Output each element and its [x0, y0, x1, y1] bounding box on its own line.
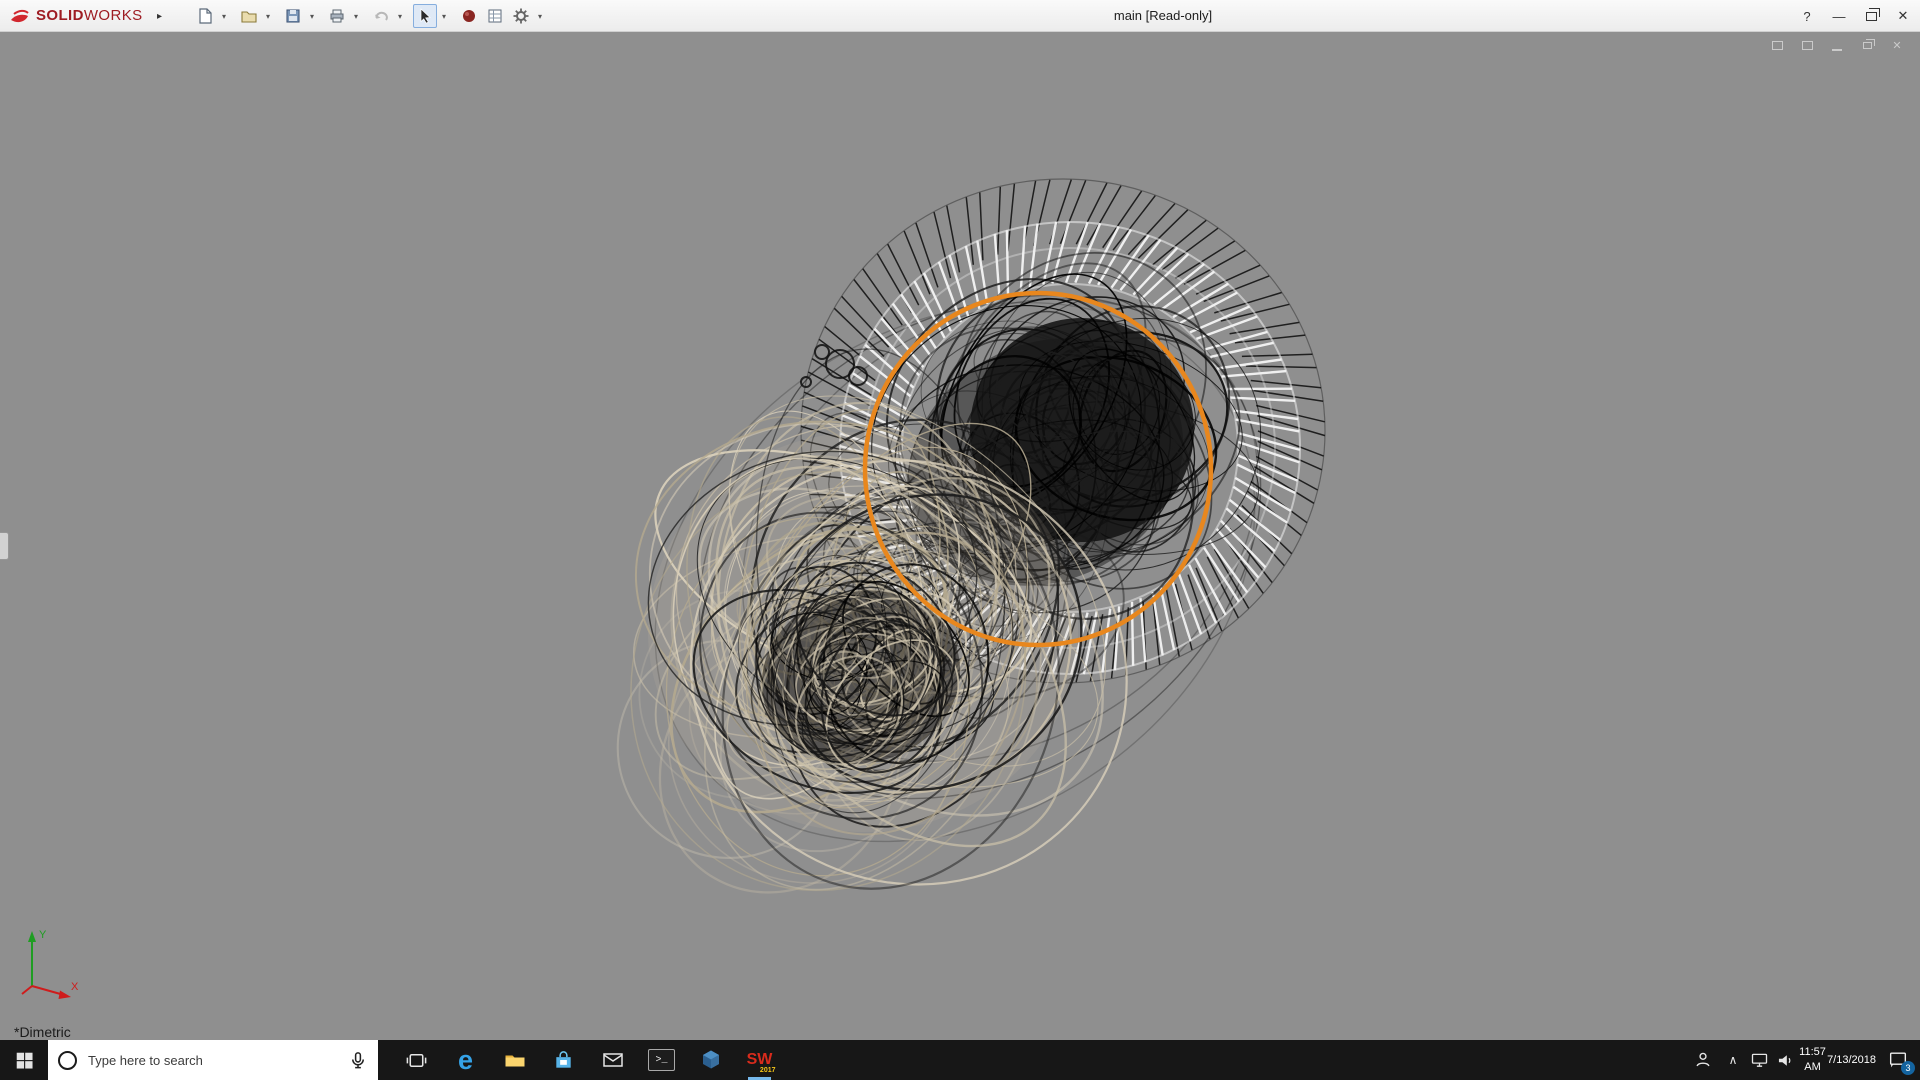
- close-button[interactable]: ✕: [1896, 8, 1910, 24]
- clock-time: 11:57 AM: [1799, 1046, 1826, 1073]
- windows-logo-icon: [16, 1052, 33, 1069]
- engine-wireframe-model: [616, 178, 1326, 894]
- mail-envelope-icon: [602, 1053, 623, 1067]
- doc-window-icon[interactable]: [1768, 38, 1786, 53]
- taskbar-app-edge[interactable]: e: [441, 1040, 490, 1080]
- window-controls: ? — ✕: [1800, 0, 1910, 32]
- doc-minimize-button[interactable]: [1828, 38, 1846, 53]
- doc-restore-button[interactable]: [1858, 38, 1876, 53]
- taskbar: e >_ SW 2017: [0, 1040, 1920, 1080]
- doc-window-icon[interactable]: [1798, 38, 1816, 53]
- view-orientation-label: *Dimetric: [14, 1024, 71, 1040]
- taskbar-app-solidworks[interactable]: SW 2017: [735, 1040, 784, 1080]
- new-document-icon: [198, 8, 212, 24]
- logo-text-solid: SOLID: [36, 7, 84, 24]
- dropdown-caret-icon[interactable]: ▾: [439, 12, 450, 21]
- select-tool-button[interactable]: [412, 4, 437, 28]
- logo-text-works: WORKS: [83, 7, 143, 24]
- dropdown-caret-icon[interactable]: ▾: [351, 12, 362, 21]
- gear-icon: [513, 8, 529, 24]
- minimize-button[interactable]: —: [1832, 9, 1846, 24]
- system-tray: ∧ 11:57 AM 7/13/2018 3: [1686, 1040, 1920, 1080]
- design-table-icon: [488, 9, 502, 23]
- dropdown-caret-icon[interactable]: ▾: [395, 12, 406, 21]
- file-explorer-icon: [505, 1055, 524, 1067]
- save-button[interactable]: [281, 4, 305, 28]
- main-toolbar: ▾ ▾ ▾ ▾ ▾ ▾ ▾: [193, 4, 551, 28]
- taskbar-clock[interactable]: 11:57 AM 7/13/2018: [1798, 1040, 1876, 1080]
- dropdown-caret-icon[interactable]: ▾: [263, 12, 274, 21]
- start-button[interactable]: [0, 1040, 48, 1080]
- cortana-icon[interactable]: [58, 1050, 77, 1070]
- dropdown-caret-icon[interactable]: ▾: [307, 12, 318, 21]
- options-button[interactable]: [509, 4, 533, 28]
- taskbar-app-store[interactable]: [539, 1040, 588, 1080]
- store-bag-icon: [556, 1050, 571, 1068]
- appearance-sphere-icon: [462, 10, 475, 22]
- taskbar-app-mail[interactable]: [588, 1040, 637, 1080]
- solidworks-app-icon: SW 2017: [746, 1051, 776, 1074]
- new-document-button[interactable]: [193, 4, 217, 28]
- dassault-ds-icon: [11, 9, 29, 23]
- microphone-icon[interactable]: [348, 1050, 368, 1071]
- design-table-button[interactable]: [483, 4, 507, 28]
- open-folder-icon: [240, 11, 257, 23]
- doc-close-button[interactable]: ✕: [1888, 38, 1906, 53]
- network-icon: [1751, 1053, 1767, 1067]
- titlebar: SOLIDWORKS ▸ ▾ ▾ ▾ ▾ ▾ ▾ ▾ main [Read-on…: [0, 0, 1920, 32]
- appearance-button[interactable]: [457, 4, 481, 28]
- document-window-controls: ✕: [1768, 38, 1906, 53]
- volume-button[interactable]: [1772, 1040, 1798, 1080]
- orientation-triad: Y X: [21, 929, 79, 999]
- save-floppy-icon: [285, 9, 300, 23]
- edge-icon: e: [457, 1044, 474, 1075]
- panel-flyout-tab[interactable]: [0, 532, 9, 560]
- taskbar-search-box[interactable]: [48, 1040, 378, 1080]
- open-button[interactable]: [237, 4, 261, 28]
- graphics-area[interactable]: ✕ Y X *Dimetric: [0, 32, 1920, 1040]
- print-button[interactable]: [325, 4, 349, 28]
- taskbar-app-3d-viewer[interactable]: [686, 1040, 735, 1080]
- clock-date: 7/13/2018: [1827, 1053, 1876, 1066]
- task-view-icon: [406, 1053, 427, 1067]
- document-title: main [Read-only]: [1113, 8, 1213, 23]
- people-icon: [1696, 1052, 1710, 1067]
- dropdown-caret-icon[interactable]: ▾: [219, 12, 230, 21]
- undo-icon: [374, 11, 388, 21]
- taskbar-app-file-explorer[interactable]: [490, 1040, 539, 1080]
- people-button[interactable]: [1686, 1040, 1720, 1080]
- notification-badge: 3: [1901, 1061, 1915, 1075]
- select-cursor-icon: [420, 8, 431, 24]
- restore-icon: [1865, 7, 1880, 21]
- dropdown-caret-icon[interactable]: ▾: [535, 12, 546, 21]
- axis-y-label: Y: [39, 929, 47, 941]
- axis-x-label: X: [71, 981, 79, 993]
- task-view-button[interactable]: [392, 1040, 441, 1080]
- solidworks-logo: SOLIDWORKS: [8, 5, 143, 27]
- menu-flyout-arrow-icon[interactable]: ▸: [153, 11, 167, 22]
- print-icon: [330, 9, 344, 23]
- network-button[interactable]: [1746, 1040, 1772, 1080]
- taskbar-app-command-prompt[interactable]: >_: [637, 1040, 686, 1080]
- undo-button[interactable]: [369, 4, 393, 28]
- speaker-icon: [1778, 1054, 1790, 1066]
- tray-expand-button[interactable]: ∧: [1720, 1040, 1746, 1080]
- restore-button[interactable]: [1864, 7, 1880, 21]
- solidworks-year-badge: 2017: [759, 1067, 776, 1074]
- command-prompt-icon: >_: [648, 1049, 675, 1071]
- cube-icon: [702, 1050, 719, 1069]
- help-button[interactable]: ?: [1800, 9, 1814, 24]
- search-input[interactable]: [86, 1051, 339, 1069]
- chevron-up-icon: ∧: [1728, 1053, 1738, 1067]
- action-center-button[interactable]: 3: [1876, 1040, 1920, 1080]
